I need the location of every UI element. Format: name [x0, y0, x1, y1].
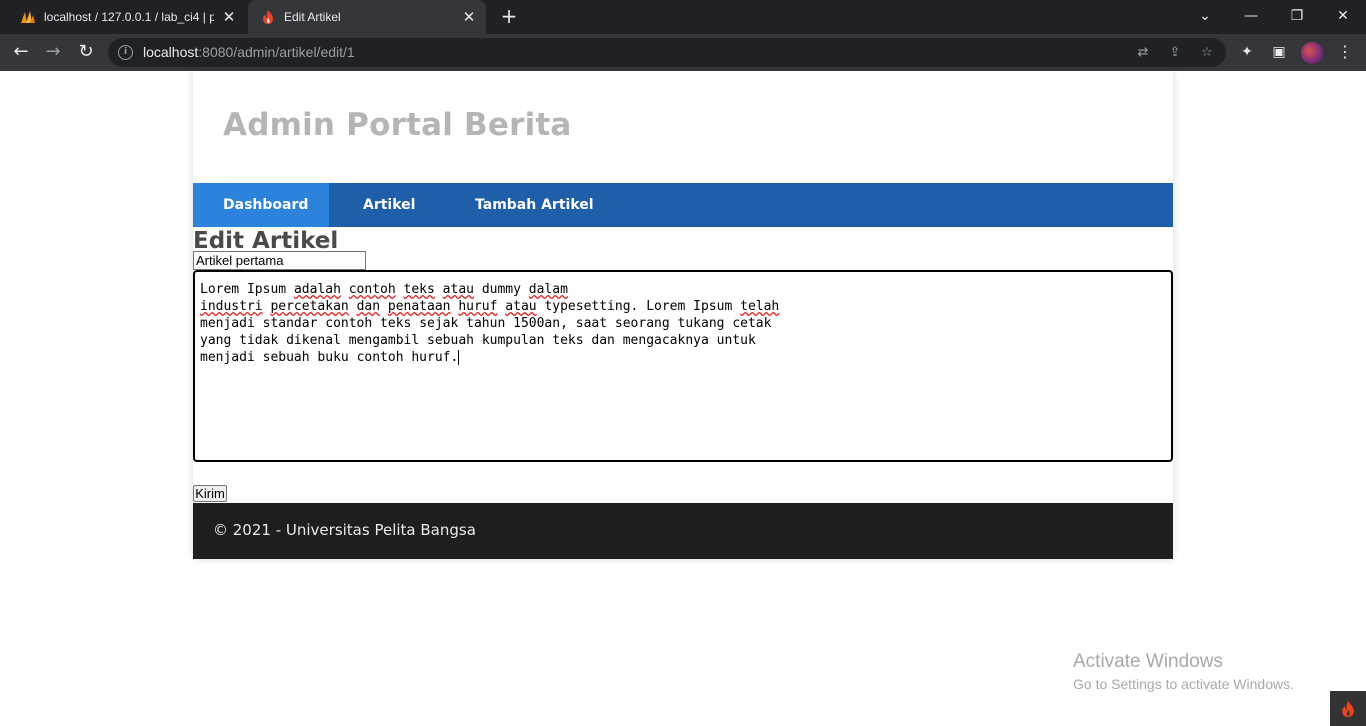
share-icon[interactable]: ⇪ — [1166, 44, 1184, 62]
address-url[interactable]: localhost:8080/admin/artikel/edit/1 — [143, 44, 355, 60]
text-caret — [458, 350, 460, 365]
extensions-puzzle-icon[interactable]: ✦ — [1238, 43, 1256, 61]
tab-title: Edit Artikel — [284, 10, 341, 24]
site-title: Admin Portal Berita — [223, 107, 572, 143]
site-info-icon[interactable]: i — [118, 45, 133, 60]
back-arrow-icon[interactable]: ← — [8, 40, 34, 66]
site-header: Admin Portal Berita — [193, 71, 1173, 183]
tab-edit-artikel[interactable]: Edit Artikel ✕ — [248, 0, 486, 34]
translate-icon[interactable]: ⇄ — [1134, 44, 1152, 62]
title-input[interactable] — [193, 251, 366, 270]
spellcheck-word: dalam — [528, 282, 568, 297]
tab-search-icon[interactable]: ⌄ — [1182, 0, 1228, 34]
tab-phpmyadmin[interactable]: localhost / 127.0.0.1 / lab_ci4 | phpMyA… — [8, 0, 246, 34]
site-footer: © 2021 - Universitas Pelita Bangsa — [193, 503, 1173, 559]
codeigniter-debug-toolbar-icon[interactable] — [1330, 691, 1366, 726]
spellcheck-word: atau — [505, 299, 537, 314]
spellcheck-word: penataan — [387, 299, 451, 314]
footer-text: © 2021 - Universitas Pelita Bangsa — [213, 521, 476, 539]
content-textarea[interactable]: Lorem Ipsum adalah contoh teks atau dumm… — [193, 270, 1173, 462]
activate-title: Activate Windows — [1073, 651, 1223, 672]
close-window-button[interactable]: ✕ — [1320, 0, 1366, 34]
close-tab-icon[interactable]: ✕ — [220, 8, 238, 26]
profile-avatar[interactable] — [1301, 42, 1323, 64]
address-path: :8080/admin/artikel/edit/1 — [198, 44, 355, 60]
restore-button[interactable]: ❐ — [1274, 0, 1320, 34]
side-panel-icon[interactable]: ▣ — [1270, 43, 1288, 61]
address-bar[interactable]: i localhost:8080/admin/artikel/edit/1 ⇄ … — [108, 38, 1226, 67]
tab-title: localhost / 127.0.0.1 / lab_ci4 | phpMyA… — [44, 10, 214, 24]
nav-item-artikel[interactable]: Artikel — [363, 183, 415, 227]
page-container: Admin Portal Berita Dashboard Artikel Ta… — [193, 71, 1173, 559]
spellcheck-word: industri — [200, 299, 263, 314]
codeigniter-icon — [260, 9, 276, 25]
browser-toolbar: ← → ↻ i localhost:8080/admin/artikel/edi… — [0, 34, 1366, 71]
browser-tab-bar: localhost / 127.0.0.1 / lab_ci4 | phpMyA… — [0, 0, 1366, 34]
spellcheck-word: telah — [740, 299, 780, 314]
main-nav: Dashboard Artikel Tambah Artikel — [193, 183, 1173, 227]
spellcheck-word: adalah — [293, 282, 341, 297]
spellcheck-word: teks — [403, 282, 435, 297]
spellcheck-word: percetakan — [270, 299, 349, 314]
phpmyadmin-icon — [20, 9, 36, 25]
bookmark-star-icon[interactable]: ☆ — [1198, 44, 1216, 62]
windows-activation-watermark: Activate Windows Go to Settings to activ… — [1073, 651, 1294, 692]
minimize-button[interactable]: — — [1228, 0, 1274, 34]
spellcheck-word: huruf — [458, 299, 498, 314]
new-tab-button[interactable]: + — [498, 5, 520, 27]
browser-menu-icon[interactable]: ⋮ — [1335, 42, 1355, 62]
close-tab-icon[interactable]: ✕ — [460, 8, 478, 26]
nav-item-dashboard[interactable]: Dashboard — [193, 183, 329, 227]
submit-button[interactable]: Kirim — [193, 485, 227, 502]
address-host: localhost — [143, 44, 199, 60]
forward-arrow-icon[interactable]: → — [40, 40, 66, 66]
reload-icon[interactable]: ↻ — [73, 40, 99, 66]
spellcheck-word: contoh — [348, 282, 396, 297]
activate-subtitle: Go to Settings to activate Windows. — [1073, 676, 1294, 692]
spellcheck-word: atau — [442, 282, 474, 297]
nav-item-tambah-artikel[interactable]: Tambah Artikel — [475, 183, 594, 227]
spellcheck-word: dan — [356, 299, 381, 314]
